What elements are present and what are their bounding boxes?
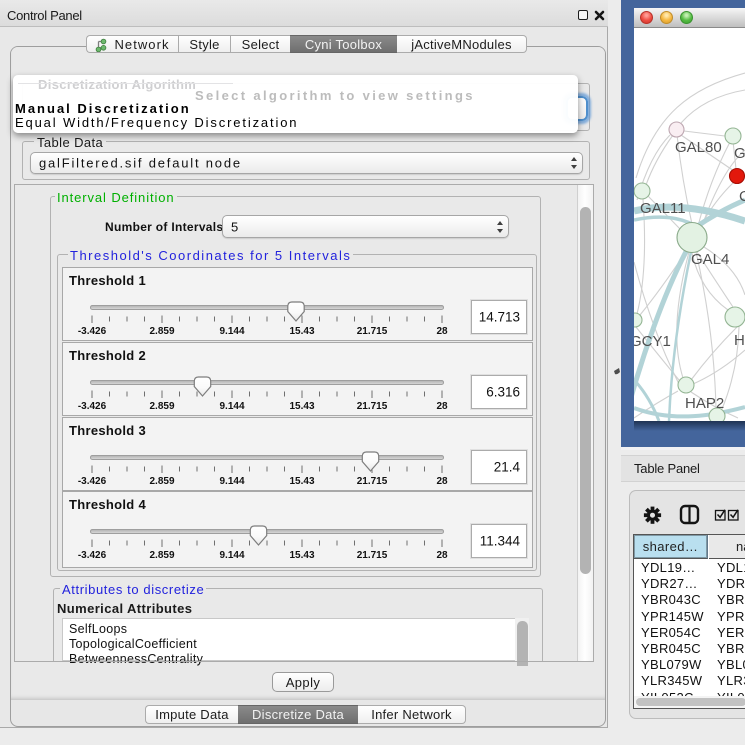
svg-text:HA: HA bbox=[734, 332, 745, 349]
svg-text:9.144: 9.144 bbox=[219, 476, 244, 487]
svg-text:GA: GA bbox=[734, 145, 745, 162]
svg-text:28: 28 bbox=[436, 476, 448, 487]
svg-text:15.43: 15.43 bbox=[289, 476, 314, 487]
svg-text:2.859: 2.859 bbox=[149, 401, 174, 412]
svg-text:21.715: 21.715 bbox=[357, 476, 388, 487]
svg-text:15.43: 15.43 bbox=[289, 550, 314, 561]
svg-text:21.715: 21.715 bbox=[357, 401, 388, 412]
svg-text:9.144: 9.144 bbox=[219, 550, 244, 561]
svg-text:28: 28 bbox=[436, 401, 448, 412]
svg-text:15.43: 15.43 bbox=[289, 326, 314, 337]
svg-text:HAP2: HAP2 bbox=[685, 395, 724, 412]
svg-text:-3.426: -3.426 bbox=[78, 401, 107, 412]
svg-text:28: 28 bbox=[436, 550, 448, 561]
svg-text:21.715: 21.715 bbox=[357, 326, 388, 337]
svg-text:-3.426: -3.426 bbox=[78, 550, 107, 561]
svg-text:GAL11: GAL11 bbox=[640, 200, 686, 217]
svg-text:2.859: 2.859 bbox=[149, 550, 174, 561]
svg-text:GAL4: GAL4 bbox=[691, 251, 729, 268]
svg-text:9.144: 9.144 bbox=[219, 326, 244, 337]
svg-text:2.859: 2.859 bbox=[149, 326, 174, 337]
svg-text:-3.426: -3.426 bbox=[78, 476, 107, 487]
svg-text:9.144: 9.144 bbox=[219, 401, 244, 412]
svg-text:GAL80: GAL80 bbox=[675, 139, 722, 156]
svg-text:CD: CD bbox=[739, 188, 745, 205]
svg-text:-3.426: -3.426 bbox=[78, 326, 107, 337]
svg-text:21.715: 21.715 bbox=[357, 550, 388, 561]
svg-text:2.859: 2.859 bbox=[149, 476, 174, 487]
svg-text:15.43: 15.43 bbox=[289, 401, 314, 412]
svg-text:GCY1: GCY1 bbox=[634, 333, 671, 350]
svg-text:28: 28 bbox=[436, 326, 448, 337]
